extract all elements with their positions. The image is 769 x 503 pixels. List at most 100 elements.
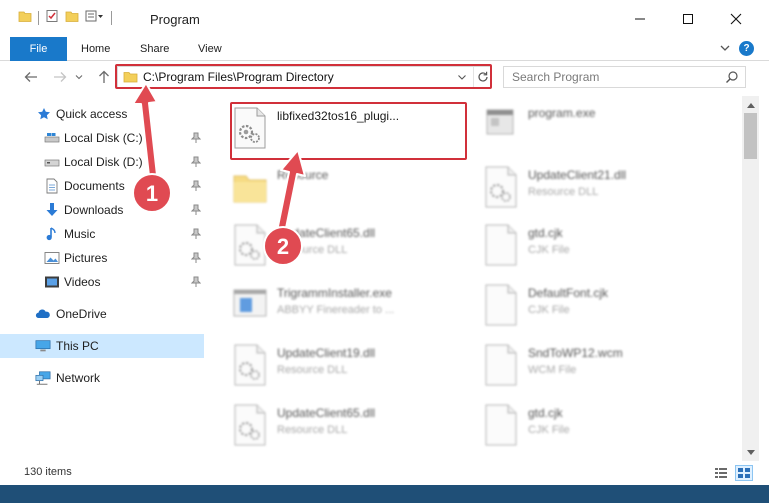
tab-share[interactable]: Share <box>140 37 169 61</box>
tab-home[interactable]: Home <box>81 37 110 61</box>
large-icons-view-button[interactable] <box>735 465 753 481</box>
file-type: CJK File <box>528 424 570 436</box>
item-count: 130 items <box>24 466 72 478</box>
address-path[interactable]: C:\Program Files\Program Directory <box>143 70 334 84</box>
sidebar-item-label: Documents <box>64 179 125 193</box>
file-tile[interactable]: UpdateClient65.dll Resource DLL <box>232 400 467 458</box>
details-view-icon <box>715 468 727 478</box>
folder-icon <box>18 9 32 26</box>
file-type: Resource DLL <box>277 364 348 376</box>
expand-ribbon-button[interactable] <box>719 42 731 57</box>
file-tile[interactable]: libfixed32tos16_plugi... <box>232 103 467 161</box>
maximize-icon <box>683 13 693 24</box>
sidebar-item-network[interactable]: Network <box>0 366 204 390</box>
sidebar-item-quick-access[interactable]: Quick access <box>0 102 204 126</box>
file-type: CJK File <box>528 244 570 256</box>
sidebar-item-videos[interactable]: Videos <box>0 270 204 294</box>
address-bar[interactable]: C:\Program Files\Program Directory <box>117 66 491 88</box>
pin-icon[interactable] <box>190 180 202 195</box>
documents-icon <box>44 178 60 194</box>
blank-file-icon <box>485 284 517 326</box>
arrow-up-icon <box>99 70 109 83</box>
file-tile[interactable]: program.exe <box>483 100 718 158</box>
blank-file-icon <box>485 404 517 446</box>
file-name: gtd.cjk <box>528 226 563 240</box>
refresh-button[interactable] <box>473 67 491 87</box>
sidebar-item-local-disk-d[interactable]: Local Disk (D:) <box>0 150 204 174</box>
sidebar-item-label: Music <box>64 227 96 241</box>
address-dropdown-button[interactable] <box>455 69 469 85</box>
file-tile[interactable]: Resource <box>232 162 467 220</box>
up-button[interactable] <box>93 66 115 88</box>
arrow-left-icon <box>24 72 37 82</box>
folder-icon <box>123 69 138 87</box>
pin-icon[interactable] <box>190 276 202 291</box>
vertical-scrollbar[interactable] <box>742 96 759 461</box>
file-name: UpdateClient65.dll <box>277 226 376 240</box>
pin-icon[interactable] <box>190 228 202 243</box>
pin-icon[interactable] <box>190 156 202 171</box>
sidebar-item-label: Downloads <box>64 203 124 217</box>
blank-file-icon <box>485 224 517 266</box>
sidebar-item-local-disk-c[interactable]: Local Disk (C:) <box>0 126 204 150</box>
file-type: Resource DLL <box>277 424 348 436</box>
navigation-pane: Quick access Local Disk (C:) Local Disk … <box>0 96 204 461</box>
recent-locations-button[interactable] <box>72 66 86 88</box>
gear-file-icon <box>234 404 266 446</box>
sidebar-item-downloads[interactable]: Downloads <box>0 198 204 222</box>
pin-icon[interactable] <box>190 132 202 147</box>
new-folder-icon[interactable] <box>65 9 79 26</box>
sidebar-item-this-pc[interactable]: This PC <box>0 334 204 358</box>
customize-icon[interactable] <box>85 9 105 26</box>
file-type: Resource DLL <box>528 186 599 198</box>
minimize-button[interactable] <box>617 0 663 37</box>
sidebar-item-music[interactable]: Music <box>0 222 204 246</box>
close-icon <box>730 13 742 24</box>
ribbon: File Home Share View ? <box>0 37 769 61</box>
file-tile[interactable]: SndToWP12.wcm WCM File <box>483 340 718 398</box>
sidebar-item-label: OneDrive <box>56 307 107 321</box>
search-input[interactable] <box>504 67 722 87</box>
file-type: Resource DLL <box>277 244 348 256</box>
file-tile[interactable]: UpdateClient65.dll Resource DLL <box>232 220 467 278</box>
folder-icon <box>233 175 267 203</box>
file-tile[interactable]: gtd.cjk CJK File <box>483 220 718 278</box>
search-icon[interactable] <box>725 70 739 87</box>
sidebar-item-label: Quick access <box>56 107 128 121</box>
file-tile[interactable]: TrigrammInstaller.exe ABBYY Finereader t… <box>232 280 467 338</box>
sidebar-item-label: This PC <box>56 339 99 353</box>
file-tile[interactable]: UpdateClient19.dll Resource DLL <box>232 340 467 398</box>
file-tile[interactable]: DefaultFont.cjk CJK File <box>483 280 718 338</box>
help-button[interactable]: ? <box>739 41 754 56</box>
sidebar-item-pictures[interactable]: Pictures <box>0 246 204 270</box>
exe-icon <box>486 109 514 135</box>
blank-file-icon <box>485 344 517 386</box>
pin-icon[interactable] <box>190 252 202 267</box>
cloud-icon <box>35 306 51 322</box>
properties-icon[interactable] <box>45 9 59 26</box>
forward-button[interactable] <box>49 66 71 88</box>
scroll-down-button[interactable] <box>742 444 759 461</box>
sidebar-item-documents[interactable]: Documents <box>0 174 204 198</box>
file-tile[interactable]: gtd.cjk CJK File <box>483 400 718 458</box>
pin-icon[interactable] <box>190 204 202 219</box>
file-tile[interactable]: UpdateClient21.dll Resource DLL <box>483 162 718 220</box>
maximize-button[interactable] <box>665 0 711 37</box>
status-bar: 130 items <box>0 461 769 485</box>
back-button[interactable] <box>20 66 42 88</box>
tab-view[interactable]: View <box>198 37 222 61</box>
file-name: libfixed32tos16_plugi... <box>277 109 400 123</box>
chevron-down-icon <box>746 449 755 455</box>
gear-file-icon <box>485 166 517 208</box>
window-title: Program <box>150 12 200 27</box>
search-box[interactable] <box>503 66 746 88</box>
videos-icon <box>44 274 60 290</box>
scrollbar-thumb[interactable] <box>744 113 757 159</box>
sidebar-item-onedrive[interactable]: OneDrive <box>0 302 204 326</box>
close-button[interactable] <box>713 0 759 37</box>
file-name: UpdateClient65.dll <box>277 406 376 420</box>
scroll-up-button[interactable] <box>742 96 759 113</box>
details-view-button[interactable] <box>712 465 730 481</box>
tab-file[interactable]: File <box>10 37 67 61</box>
quick-access-toolbar <box>18 9 112 26</box>
